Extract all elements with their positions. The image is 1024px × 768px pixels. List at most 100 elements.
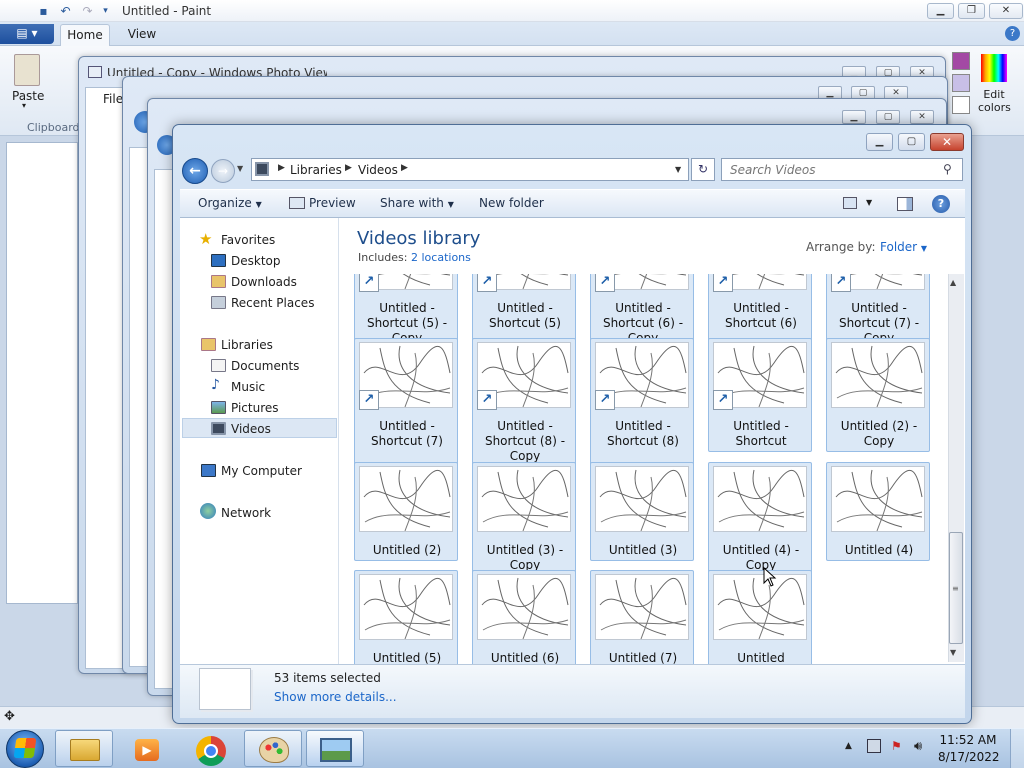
nav-favorites[interactable]: Favorites: [221, 233, 275, 247]
forward-button[interactable]: →: [211, 159, 235, 183]
network-tray-icon[interactable]: [867, 739, 881, 753]
breadcrumb-separator-icon[interactable]: ▶: [401, 163, 408, 173]
breadcrumb-separator-icon[interactable]: ▶: [278, 163, 285, 173]
scroll-up-icon[interactable]: ▲: [950, 278, 956, 287]
explorer-maximize-button[interactable]: ▢: [898, 133, 925, 151]
explorer-close-button[interactable]: ✕: [930, 133, 964, 151]
file-tile[interactable]: Untitled (2) - Copy: [826, 338, 930, 452]
file-thumbnail: [359, 466, 453, 532]
arrange-by-dropdown[interactable]: Folder ▼: [880, 240, 927, 254]
window-maximize-button[interactable]: ▢: [876, 110, 900, 124]
arrange-by-value: Folder: [880, 240, 918, 254]
clock-date[interactable]: 8/17/2022: [938, 750, 1000, 764]
paste-dropdown-icon[interactable]: ▾: [22, 101, 26, 110]
volume-icon[interactable]: 🔊︎: [914, 739, 922, 754]
scroll-down-icon[interactable]: ▼: [950, 648, 956, 657]
breadcrumb-separator-icon[interactable]: ▶: [345, 163, 352, 173]
file-tile[interactable]: Untitled (3): [590, 462, 694, 561]
show-hidden-icons-icon[interactable]: ▲: [845, 741, 852, 751]
recent-pages-dropdown-icon[interactable]: ▼: [237, 164, 243, 173]
scroll-grip-icon: ≡: [952, 584, 959, 593]
file-tile[interactable]: ↗ Untitled - Shortcut (8) - Copy: [472, 338, 576, 467]
paint-close-button[interactable]: ✕: [989, 3, 1023, 19]
new-folder-button[interactable]: New folder: [479, 196, 544, 210]
preview-pane-icon[interactable]: [897, 197, 913, 211]
library-locations-link[interactable]: 2 locations: [411, 251, 471, 264]
undo-icon[interactable]: ↶: [58, 4, 73, 18]
file-tile[interactable]: Untitled (4): [826, 462, 930, 561]
shortcut-arrow-icon: ↗: [713, 274, 733, 292]
search-input[interactable]: [721, 158, 963, 181]
organize-button[interactable]: Organize ▼: [198, 196, 262, 210]
file-tile[interactable]: ↗ Untitled - Shortcut: [708, 338, 812, 452]
help-icon[interactable]: ?: [932, 195, 950, 213]
taskbar-chrome-button[interactable]: [181, 730, 239, 767]
window-minimize-button[interactable]: ▁: [842, 110, 866, 124]
color-swatch[interactable]: [952, 96, 970, 114]
file-tile[interactable]: Untitled (5): [354, 570, 458, 664]
nav-videos[interactable]: Videos: [231, 422, 271, 436]
taskbar-media-player-button[interactable]: ▶: [118, 730, 176, 767]
file-tile[interactable]: Untitled (6): [472, 570, 576, 664]
position-icon: ✥: [4, 709, 15, 724]
paint-restore-button[interactable]: ❐: [958, 3, 985, 19]
edit-colors-icon[interactable]: [981, 54, 1007, 82]
edit-colors-label[interactable]: Edit colors: [978, 88, 1011, 114]
nav-desktop[interactable]: Desktop: [231, 254, 281, 268]
color-swatch[interactable]: [952, 74, 970, 92]
share-with-button[interactable]: Share with ▼: [380, 196, 454, 210]
show-more-details-link[interactable]: Show more details...: [274, 690, 397, 704]
breadcrumb-libraries[interactable]: Libraries: [290, 163, 342, 177]
preview-button[interactable]: Preview: [309, 196, 356, 210]
file-tile[interactable]: ↗ Untitled - Shortcut (8): [590, 338, 694, 467]
color-swatch[interactable]: [952, 52, 970, 70]
breadcrumb-videos[interactable]: Videos: [358, 163, 398, 177]
tab-view[interactable]: View: [120, 24, 164, 46]
file-tile[interactable]: Untitled (4) - Copy: [708, 462, 812, 576]
file-tile[interactable]: Untitled (3) - Copy: [472, 462, 576, 576]
photo-viewer-file-menu[interactable]: File: [103, 92, 123, 106]
file-tile[interactable]: Untitled: [708, 570, 812, 664]
save-icon[interactable]: ▪: [36, 4, 51, 18]
file-tile[interactable]: Untitled (2): [354, 462, 458, 561]
taskbar-paint-button[interactable]: [244, 730, 302, 767]
action-center-flag-icon[interactable]: ⚑: [891, 739, 905, 753]
show-desktop-button[interactable]: [1010, 729, 1024, 768]
preview-icon[interactable]: [289, 197, 305, 209]
redo-icon[interactable]: ↷: [80, 4, 95, 18]
file-thumbnail: [477, 574, 571, 640]
paste-button-label[interactable]: Paste: [12, 89, 44, 103]
refresh-icon[interactable]: ↻: [691, 158, 715, 181]
nav-libraries[interactable]: Libraries: [221, 338, 273, 352]
file-tile[interactable]: ↗ Untitled - Shortcut (7): [354, 338, 458, 467]
file-tile[interactable]: Untitled (7): [590, 570, 694, 664]
paste-icon[interactable]: [14, 54, 40, 86]
photo-viewer-icon: [320, 738, 352, 762]
view-options-dropdown-icon[interactable]: ▼: [866, 198, 872, 207]
back-button[interactable]: ←: [182, 158, 208, 184]
clock-time[interactable]: 11:52 AM: [938, 733, 998, 747]
paint-palette-icon: [259, 737, 289, 763]
search-icon[interactable]: ⚲: [943, 162, 952, 176]
paint-menu-button[interactable]: ▤ ▾: [0, 24, 54, 44]
nav-downloads[interactable]: Downloads: [231, 275, 297, 289]
nav-documents[interactable]: Documents: [231, 359, 299, 373]
nav-music[interactable]: Music: [231, 380, 265, 394]
shortcut-arrow-icon: ↗: [359, 390, 379, 410]
nav-pictures[interactable]: Pictures: [231, 401, 279, 415]
customize-quick-access-icon[interactable]: ▾: [98, 4, 113, 18]
window-close-button[interactable]: ✕: [910, 110, 934, 124]
tab-home[interactable]: Home: [60, 24, 110, 46]
change-view-icon[interactable]: [843, 197, 857, 209]
nav-network[interactable]: Network: [221, 506, 271, 520]
paint-minimize-button[interactable]: ▁: [927, 3, 954, 19]
taskbar-photo-viewer-button[interactable]: [306, 730, 364, 767]
explorer-minimize-button[interactable]: ▁: [866, 133, 893, 151]
paint-canvas[interactable]: [6, 142, 78, 604]
paint-help-icon[interactable]: ?: [1005, 26, 1020, 41]
address-history-dropdown-icon[interactable]: ▼: [675, 165, 681, 174]
taskbar-windows-explorer-button[interactable]: [55, 730, 113, 767]
nav-my-computer[interactable]: My Computer: [221, 464, 302, 478]
nav-recent-places[interactable]: Recent Places: [231, 296, 314, 310]
arrange-by-label: Arrange by:: [806, 240, 876, 254]
